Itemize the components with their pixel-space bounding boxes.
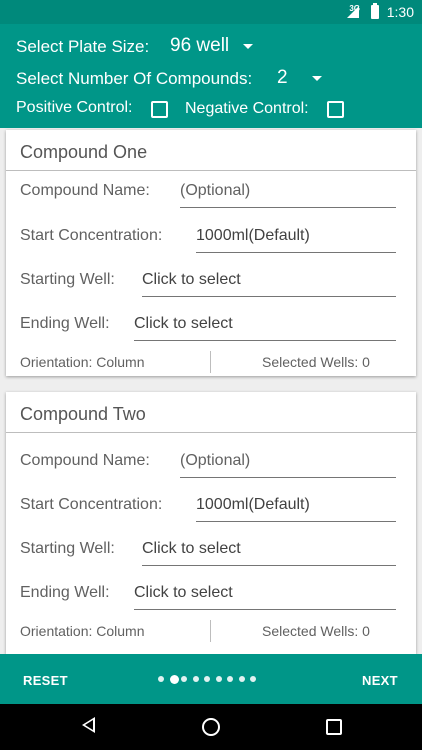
plate-size-spinner[interactable]: 96 well	[165, 30, 260, 62]
page-dot	[204, 676, 210, 682]
orientation-text[interactable]: Orientation: Column	[20, 354, 145, 370]
signal-icon	[347, 6, 359, 18]
recent-apps-icon[interactable]	[326, 719, 342, 735]
compound-card: Compound Two Compound Name: (Optional) S…	[6, 392, 416, 654]
positive-control-label: Positive Control:	[16, 99, 133, 116]
compound-card: Compound One Compound Name: (Optional) S…	[6, 130, 416, 376]
compound-name-label: Compound Name:	[20, 182, 150, 199]
dropdown-caret-icon	[243, 44, 253, 49]
card-title: Compound One	[20, 142, 148, 162]
divider	[210, 351, 211, 373]
compound-list[interactable]: Compound One Compound Name: (Optional) S…	[0, 128, 422, 654]
divider	[6, 170, 416, 171]
card-title: Compound Two	[20, 404, 146, 424]
positive-control-checkbox[interactable]	[151, 101, 168, 118]
compound-name-input[interactable]: (Optional)	[180, 182, 396, 208]
compounds-value: 2	[277, 67, 288, 88]
plate-size-label: Select Plate Size:	[16, 37, 150, 56]
status-bar: 3G 1:30	[0, 0, 422, 24]
page-dot	[215, 676, 222, 682]
page-dot	[238, 676, 245, 682]
compounds-spinner[interactable]: 2	[272, 62, 327, 94]
divider	[210, 620, 211, 642]
compound-name-input[interactable]: (Optional)	[180, 452, 396, 478]
system-nav-bar	[0, 704, 422, 750]
divider	[6, 432, 416, 433]
page-dot	[227, 676, 233, 682]
negative-control-label: Negative Control:	[185, 100, 309, 117]
selected-wells-text: Selected Wells: 0	[262, 623, 370, 639]
page-dot	[250, 676, 256, 682]
back-icon[interactable]	[82, 717, 95, 733]
starting-well-selector[interactable]: Click to select	[142, 540, 396, 566]
ending-well-label: Ending Well:	[20, 584, 110, 601]
ending-well-selector[interactable]: Click to select	[134, 315, 396, 341]
page-dot	[169, 674, 179, 684]
bottom-bar: RESET NEXT	[0, 654, 422, 704]
start-concentration-label: Start Concentration:	[20, 496, 163, 513]
reset-button[interactable]: RESET	[23, 673, 68, 688]
clock: 1:30	[386, 4, 414, 20]
next-button[interactable]: NEXT	[362, 673, 398, 688]
dropdown-caret-icon	[312, 76, 322, 81]
starting-well-label: Starting Well:	[20, 271, 115, 288]
page-dot	[192, 676, 199, 682]
negative-control-checkbox[interactable]	[327, 101, 344, 118]
orientation-text[interactable]: Orientation: Column	[20, 623, 145, 639]
page-dot	[158, 676, 164, 682]
start-concentration-input[interactable]: 1000ml(Default)	[196, 227, 396, 253]
start-concentration-label: Start Concentration:	[20, 227, 163, 244]
plate-size-value: 96 well	[170, 35, 230, 56]
selected-wells-text: Selected Wells: 0	[262, 354, 370, 370]
compound-name-label: Compound Name:	[20, 452, 150, 469]
starting-well-selector[interactable]: Click to select	[142, 271, 396, 297]
ending-well-selector[interactable]: Click to select	[134, 584, 396, 610]
compounds-label: Select Number Of Compounds:	[16, 69, 253, 88]
settings-header: Select Plate Size: 96 well Select Number…	[0, 24, 422, 128]
starting-well-label: Starting Well:	[20, 540, 115, 557]
page-dot	[181, 676, 187, 682]
home-icon[interactable]	[202, 718, 220, 736]
ending-well-label: Ending Well:	[20, 315, 110, 332]
start-concentration-input[interactable]: 1000ml(Default)	[196, 496, 396, 522]
battery-icon	[371, 3, 379, 19]
